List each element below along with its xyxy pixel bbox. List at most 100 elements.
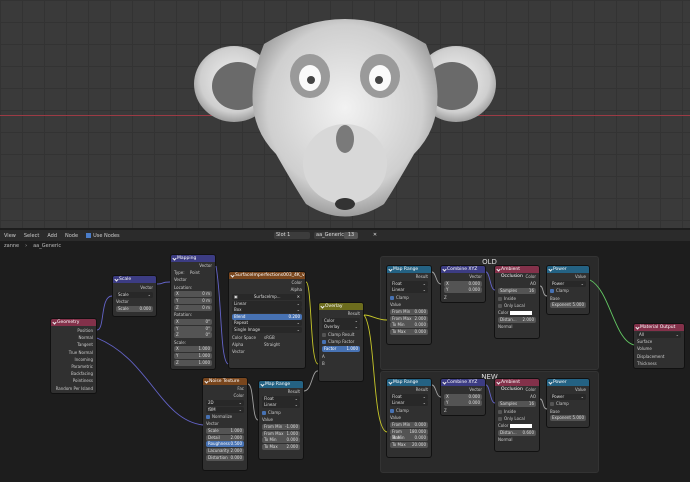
ambient-occlusion-node-old[interactable]: Ambient Occlusion Color AO Samples 16 Ins… xyxy=(494,265,540,339)
use-nodes-toggle[interactable]: Use Nodes xyxy=(86,232,120,239)
material-output-input-surface[interactable]: Surface xyxy=(637,338,681,345)
map-range-center-from-min[interactable]: From Min -1.000 xyxy=(262,423,300,430)
map-range-old-datatype-dropdown[interactable]: Float ⌄ xyxy=(390,280,428,287)
combine-old-x[interactable]: X 0.000 xyxy=(444,280,482,287)
overlay-output-result[interactable]: Result xyxy=(322,310,360,317)
combine-new-input-z[interactable]: Z xyxy=(444,407,482,414)
overlay-clamp-result-toggle[interactable]: Clamp Result xyxy=(322,331,360,338)
power-new-mode-dropdown[interactable]: Power ⌄ xyxy=(550,393,586,400)
ao-old-distance-field[interactable]: Distan... 2.000 xyxy=(498,316,536,323)
map-range-center-to-min[interactable]: To Min 0.000 xyxy=(262,437,300,444)
combine-new-x[interactable]: X 0.000 xyxy=(444,393,482,400)
noise-scale-field[interactable]: Scale 1.000 xyxy=(206,428,244,435)
scale-input-vector[interactable]: Vector xyxy=(116,298,153,305)
image-extension-dropdown[interactable]: Repeat ⌄ xyxy=(232,320,302,327)
noise-distortion-field[interactable]: Distortion 0.000 xyxy=(206,454,244,461)
geometry-output-true-normal[interactable]: True Normal xyxy=(54,349,93,356)
map-range-new-to-max[interactable]: To Max 20.000 xyxy=(390,441,428,448)
mapping-rot-y[interactable]: Y 0° xyxy=(174,325,212,332)
geometry-output-normal[interactable]: Normal xyxy=(54,334,93,341)
map-range-node-old[interactable]: Map Range Result Float ⌄ Linear ⌄ Clamp Va… xyxy=(386,265,432,345)
ao-new-title[interactable]: Ambient Occlusion xyxy=(495,379,539,392)
map-range-center-datatype-dropdown[interactable]: Float ⌄ xyxy=(262,395,300,402)
material-output-input-displacement[interactable]: Displacement xyxy=(637,353,681,360)
material-output-target-dropdown[interactable]: All ⌄ xyxy=(637,331,681,338)
noise-texture-node[interactable]: Noise Texture Fac Color 2D ⌄ fBM ⌄ Normali… xyxy=(202,377,248,471)
map-range-new-from-max[interactable]: From Max 180.000 xyxy=(390,428,428,440)
slot-dropdown[interactable]: Slot 1 xyxy=(274,232,310,239)
geometry-output-backfacing[interactable]: Backfacing xyxy=(54,370,93,377)
map-range-center-interp-dropdown[interactable]: Linear ⌄ xyxy=(262,402,300,409)
ao-old-input-normal[interactable]: Normal xyxy=(498,323,536,330)
mapping-output-vector[interactable]: Vector xyxy=(174,262,212,269)
power-new-input-base[interactable]: Base xyxy=(550,408,586,415)
material-output-node[interactable]: Material Output All ⌄ Surface Volume Disp… xyxy=(633,323,685,369)
image-alpha-row[interactable]: Alpha Straight xyxy=(232,341,302,348)
map-range-node-center[interactable]: Map Range Result Float ⌄ Linear ⌄ Clamp Va… xyxy=(258,380,304,460)
overlay-node-title[interactable]: Overlay xyxy=(319,303,363,310)
geometry-output-pointiness[interactable]: Pointiness xyxy=(54,377,93,384)
combine-old-input-z[interactable]: Z xyxy=(444,294,482,301)
noise-output-color[interactable]: Color xyxy=(206,392,244,399)
mapping-scl-z[interactable]: Z 1.000 xyxy=(174,359,212,366)
power-node-new[interactable]: Power Value Power ⌄ Clamp Base Exponent 5.… xyxy=(546,378,590,428)
noise-node-title[interactable]: Noise Texture xyxy=(203,378,247,385)
scale-node[interactable]: Scale Vector Scale ⌄ Vector Scale 0.000 xyxy=(112,275,157,317)
map-range-old-output-result[interactable]: Result xyxy=(390,273,428,280)
map-range-new-output-result[interactable]: Result xyxy=(390,386,428,393)
scale-mode-dropdown[interactable]: Scale ⌄ xyxy=(116,291,153,298)
overlay-clamp-factor-toggle[interactable]: Clamp Factor xyxy=(322,338,360,345)
noise-input-vector[interactable]: Vector xyxy=(206,420,244,427)
overlay-mode-dropdown[interactable]: Overlay ⌄ xyxy=(322,324,360,331)
power-old-output-value[interactable]: Value xyxy=(550,273,586,280)
geometry-node-title[interactable]: Geometry xyxy=(51,319,96,326)
scale-scale-field[interactable]: Scale 0.000 xyxy=(116,306,153,313)
image-texture-node-title[interactable]: SurfaceImperfections003_4K_var1.jpg xyxy=(229,272,305,279)
image-interpolation-dropdown[interactable]: Linear ⌄ xyxy=(232,300,302,307)
noise-detail-field[interactable]: Detail 2.000 xyxy=(206,434,244,441)
ao-new-distance-field[interactable]: Distan... 0.600 xyxy=(498,429,536,436)
image-output-color[interactable]: Color xyxy=(232,279,302,286)
map-range-center-from-max[interactable]: From Max 1.000 xyxy=(262,430,300,437)
overlay-input-b[interactable]: B xyxy=(322,360,360,367)
3d-viewport[interactable] xyxy=(0,0,690,228)
combine-old-title[interactable]: Combine XYZ xyxy=(441,266,485,273)
map-range-center-clamp-toggle[interactable]: Clamp xyxy=(262,409,300,416)
material-selector[interactable]: aa_Generic xyxy=(314,232,348,239)
geometry-output-tangent[interactable]: Tangent xyxy=(54,341,93,348)
power-new-clamp-toggle[interactable]: Clamp xyxy=(550,400,586,407)
power-old-title[interactable]: Power xyxy=(547,266,589,273)
power-new-output-value[interactable]: Value xyxy=(550,386,586,393)
map-range-center-input-value[interactable]: Value xyxy=(262,416,300,423)
geometry-output-parametric[interactable]: Parametric xyxy=(54,363,93,370)
power-new-exponent-field[interactable]: Exponent 5.000 xyxy=(550,415,586,422)
map-range-old-interp-dropdown[interactable]: Linear ⌄ xyxy=(390,287,428,294)
map-range-old-to-max[interactable]: To Max 0.000 xyxy=(390,328,428,335)
mapping-loc-z[interactable]: Z 0 m xyxy=(174,304,212,311)
noise-type-dropdown[interactable]: fBM ⌄ xyxy=(206,406,244,413)
ao-old-color-swatch[interactable] xyxy=(510,310,533,315)
ao-new-output-color[interactable]: Color xyxy=(498,386,536,393)
combine-old-output-vector[interactable]: Vector xyxy=(444,273,482,280)
map-range-node-new[interactable]: Map Range Result Float ⌄ Linear ⌄ Clamp Va… xyxy=(386,378,432,458)
ao-new-samples-field[interactable]: Samples 16 xyxy=(498,400,536,407)
overlay-datatype-dropdown[interactable]: Color ⌄ xyxy=(322,317,360,324)
ambient-occlusion-node-new[interactable]: Ambient Occlusion Color AO Samples 16 Ins… xyxy=(494,378,540,452)
menu-node[interactable]: Node xyxy=(65,233,78,239)
combine-new-output-vector[interactable]: Vector xyxy=(444,386,482,393)
noise-lacunarity-field[interactable]: Lacunarity 2.000 xyxy=(206,447,244,454)
ao-new-input-normal[interactable]: Normal xyxy=(498,436,536,443)
mapping-node-title[interactable]: Mapping xyxy=(171,255,215,262)
ao-new-inside-toggle[interactable]: Inside xyxy=(498,408,536,415)
image-blend-field[interactable]: Blend 0.200 xyxy=(232,313,302,320)
breadcrumb-object[interactable]: zanne xyxy=(4,243,19,249)
menu-add[interactable]: Add xyxy=(47,233,57,239)
noise-dimensions-dropdown[interactable]: 2D ⌄ xyxy=(206,399,244,406)
overlay-node[interactable]: Overlay Result Color ⌄ Overlay ⌄ Clamp Res… xyxy=(318,302,364,382)
material-output-title[interactable]: Material Output xyxy=(634,324,684,331)
pin-icon[interactable]: ✕ xyxy=(370,232,380,239)
image-colorspace-row[interactable]: Color Space sRGB xyxy=(232,334,302,341)
map-range-old-clamp-toggle[interactable]: Clamp xyxy=(390,294,428,301)
overlay-input-a[interactable]: A xyxy=(322,353,360,360)
map-range-old-title[interactable]: Map Range xyxy=(387,266,431,273)
